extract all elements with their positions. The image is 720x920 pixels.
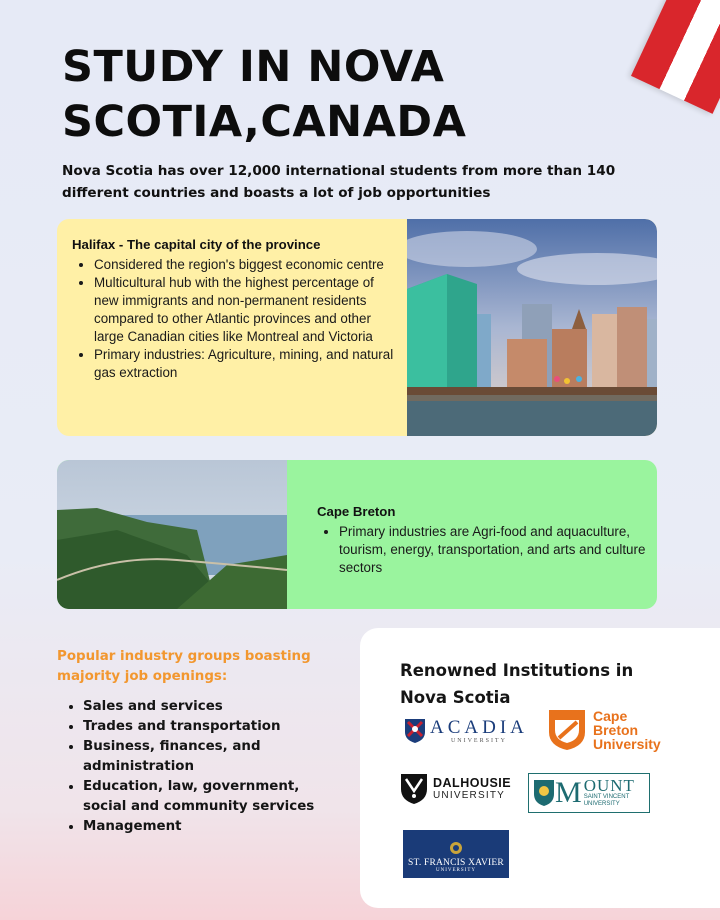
msvu-line1: SAINT VINCENT bbox=[583, 794, 630, 800]
cape-breton-heading: Cape Breton bbox=[317, 504, 396, 519]
stfx-crest-icon bbox=[450, 842, 462, 854]
cape-breton-photo bbox=[57, 460, 287, 609]
cbu-line2: Breton bbox=[593, 722, 639, 738]
halifax-card: Halifax - The capital city of the provin… bbox=[57, 219, 657, 436]
msvu-line2: UNIVERSITY bbox=[583, 801, 620, 807]
halifax-point: Multicultural hub with the highest perce… bbox=[94, 274, 397, 346]
halifax-point: Considered the region's biggest economic… bbox=[94, 256, 397, 274]
cbu-shield-icon bbox=[549, 710, 585, 750]
stfx-box: ST. FRANCIS XAVIER UNIVERSITY bbox=[403, 830, 509, 878]
canada-flag-corner bbox=[630, 0, 720, 114]
acadia-logo: ACADIA UNIVERSITY bbox=[404, 718, 528, 744]
acadia-name: ACADIA bbox=[430, 717, 528, 738]
industry-section: Popular industry groups boasting majorit… bbox=[57, 647, 347, 837]
industry-item: Management bbox=[83, 817, 347, 837]
dalhousie-name: DALHOUSIE bbox=[433, 776, 512, 790]
mount-saint-vincent-logo: M OUNT SAINT VINCENT UNIVERSITY bbox=[528, 773, 650, 813]
cbu-line1: Cape bbox=[593, 708, 628, 724]
industry-item: Sales and services bbox=[83, 697, 347, 717]
msvu-ount: OUNT bbox=[583, 776, 635, 795]
cbu-line3: University bbox=[593, 736, 661, 752]
page-title: STUDY IN NOVA SCOTIA,CANADA bbox=[62, 42, 467, 147]
dalhousie-crest-icon bbox=[401, 774, 427, 804]
dalhousie-sub: UNIVERSITY bbox=[433, 790, 506, 801]
institutions-panel: Renowned Institutions in Nova Scotia ACA… bbox=[360, 628, 720, 908]
msvu-frame: M OUNT SAINT VINCENT UNIVERSITY bbox=[528, 773, 650, 813]
dalhousie-logo: DALHOUSIE UNIVERSITY bbox=[400, 773, 511, 805]
industry-heading: Popular industry groups boasting majorit… bbox=[57, 649, 311, 684]
msvu-crest-icon bbox=[534, 780, 554, 806]
cape-breton-point: Primary industries are Agri-food and aqu… bbox=[339, 523, 647, 577]
industry-item: Trades and transportation bbox=[83, 717, 347, 737]
acadia-shield-icon bbox=[405, 719, 425, 743]
institutions-heading: Renowned Institutions in Nova Scotia bbox=[400, 661, 634, 707]
halifax-list: Considered the region's biggest economic… bbox=[72, 256, 397, 382]
halifax-heading: Halifax - The capital city of the provin… bbox=[72, 237, 321, 252]
stfx-sub: UNIVERSITY bbox=[436, 868, 476, 873]
msvu-m: M bbox=[555, 776, 582, 809]
stfx-name: ST. FRANCIS XAVIER bbox=[408, 858, 504, 868]
halifax-text: Halifax - The capital city of the provin… bbox=[72, 236, 397, 382]
cape-breton-university-logo: Cape Breton University bbox=[547, 708, 661, 752]
industry-list: Sales and services Trades and transporta… bbox=[57, 697, 347, 837]
st-francis-xavier-logo: ST. FRANCIS XAVIER UNIVERSITY bbox=[403, 830, 509, 878]
cbu-name: Cape Breton University bbox=[593, 709, 661, 751]
cape-breton-text: Cape Breton Primary industries are Agri-… bbox=[317, 503, 647, 577]
halifax-point: Primary industries: Agriculture, mining,… bbox=[94, 346, 397, 382]
industry-item: Education, law, government, social and c… bbox=[83, 777, 347, 817]
acadia-sub: UNIVERSITY bbox=[450, 738, 507, 744]
cape-breton-list: Primary industries are Agri-food and aqu… bbox=[317, 523, 647, 577]
halifax-waterfront-photo bbox=[407, 219, 657, 436]
cape-breton-card: Cape Breton Primary industries are Agri-… bbox=[57, 460, 657, 609]
page-subtitle: Nova Scotia has over 12,000 internationa… bbox=[62, 163, 616, 201]
industry-item: Business, finances, and administration bbox=[83, 737, 347, 777]
